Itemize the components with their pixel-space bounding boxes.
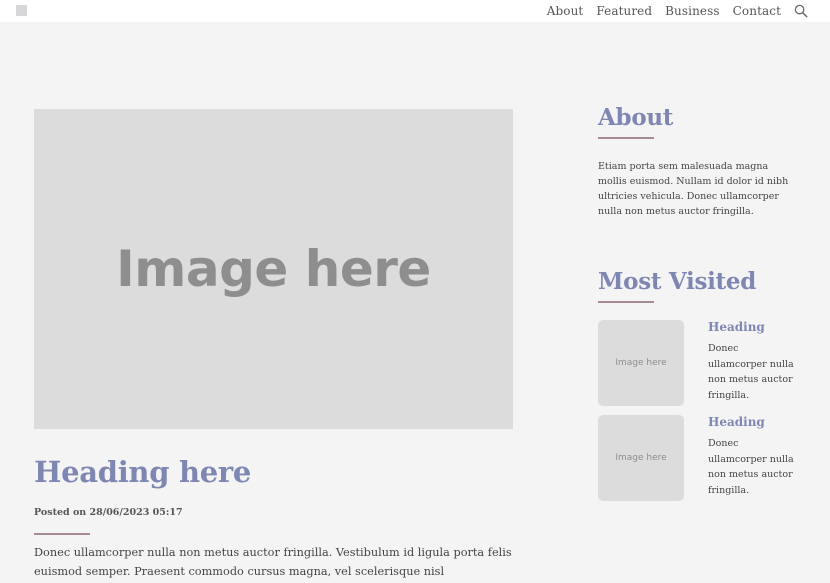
most-visited-item[interactable]: Image here Heading Donec ullamcorper nul… — [598, 415, 798, 501]
most-visited-item[interactable]: Image here Heading Donec ullamcorper nul… — [598, 320, 798, 406]
post-featured-image[interactable]: Image here — [34, 109, 513, 429]
sidebar-about-text: Etiam porta sem malesuada magna mollis e… — [598, 161, 789, 217]
most-visited-heading[interactable]: Heading — [708, 320, 765, 334]
post-excerpt: Donec ullamcorper nulla non metus auctor… — [34, 546, 512, 578]
sidebar-about: About Etiam porta sem malesuada magna mo… — [598, 104, 798, 219]
nav-link-business[interactable]: Business — [665, 4, 720, 18]
sidebar-most-visited: Most Visited Image here Heading Donec ul… — [598, 268, 798, 501]
post-meta: Posted on 28/06/2023 05:17 — [34, 507, 183, 518]
top-navbar: About Featured Business Contact — [0, 0, 830, 22]
nav-link-featured[interactable]: Featured — [596, 4, 652, 18]
nav-link-contact[interactable]: Contact — [733, 4, 781, 18]
thumbnail-placeholder-label: Image here — [615, 358, 667, 368]
nav-link-about[interactable]: About — [547, 4, 584, 18]
sidebar-most-visited-title: Most Visited — [598, 268, 756, 295]
thumbnail-placeholder-label: Image here — [615, 453, 667, 463]
site-logo[interactable] — [16, 5, 27, 16]
search-icon[interactable] — [794, 4, 808, 18]
heading-divider — [34, 533, 90, 535]
sidebar-about-title: About — [598, 104, 674, 131]
most-visited-thumbnail[interactable]: Image here — [598, 415, 684, 501]
most-visited-thumbnail[interactable]: Image here — [598, 320, 684, 406]
most-visited-text: Donec ullamcorper nulla non metus auctor… — [708, 343, 794, 401]
main-nav: About Featured Business Contact — [547, 0, 808, 22]
most-visited-heading[interactable]: Heading — [708, 415, 765, 429]
sidebar-about-divider — [598, 137, 654, 139]
most-visited-text: Donec ullamcorper nulla non metus auctor… — [708, 438, 794, 496]
image-placeholder-label: Image here — [116, 240, 431, 298]
sidebar-most-visited-divider — [598, 301, 654, 303]
post-heading[interactable]: Heading here — [34, 455, 251, 489]
